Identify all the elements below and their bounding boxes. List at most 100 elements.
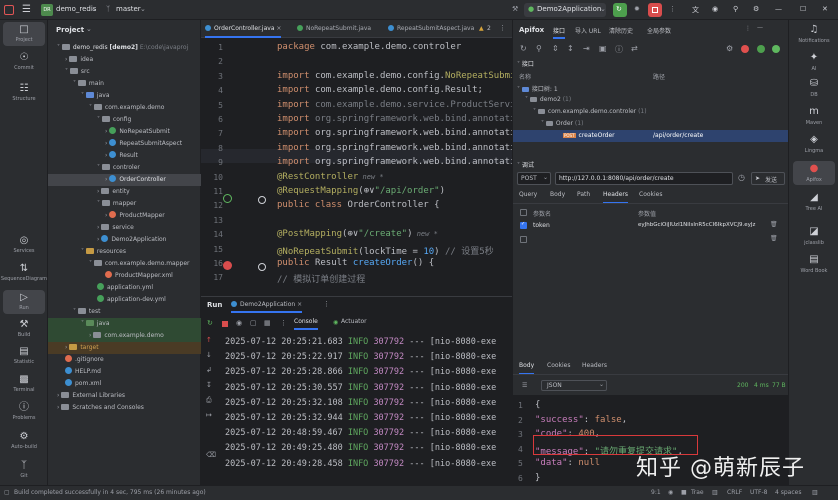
lingma-icon[interactable] <box>757 45 765 53</box>
tool-structure[interactable]: ☷ Structure <box>0 84 48 103</box>
print-icon[interactable]: ⎙ <box>206 396 212 405</box>
tree-item[interactable]: › ProductMapper <box>48 210 201 222</box>
log-line[interactable]: 2025-07-12 20:25:28.866 INFO 307792 --- … <box>225 367 496 377</box>
line-ending[interactable]: CRLF <box>727 489 742 496</box>
collapse-icon[interactable]: ↕ <box>567 44 574 53</box>
tool-ai[interactable]: ✦ AI <box>789 52 838 72</box>
more-icon[interactable]: ⋮ <box>280 319 287 327</box>
tool-git[interactable]: ᛉ Git <box>0 461 48 480</box>
trae-status[interactable]: Trae <box>691 489 704 496</box>
tool-terminal[interactable]: ▩ Terminal <box>0 375 48 394</box>
rerun-icon[interactable]: ↻ <box>207 319 213 327</box>
code-line[interactable]: @RestController new * <box>277 172 384 182</box>
tree-item[interactable]: ˅ resources <box>48 246 201 258</box>
log-line[interactable]: 2025-07-12 20:25:32.108 INFO 307792 --- … <box>225 398 496 408</box>
delete-icon[interactable]: 🗑 <box>770 235 778 242</box>
gear-icon[interactable]: ⚙ <box>753 5 759 13</box>
code-line[interactable]: import com.example.demo.config.NoRepeatS… <box>277 71 521 81</box>
req-tab-path[interactable]: Path <box>577 191 590 198</box>
tool-commit[interactable]: ☉ Commit <box>0 53 48 72</box>
refresh-icon[interactable]: ↻ <box>520 44 527 53</box>
tree-item[interactable]: ˅ test <box>48 306 201 318</box>
arrow-down-icon[interactable]: ↓ <box>206 351 212 359</box>
hammer-icon[interactable]: ⚒ <box>512 5 518 13</box>
main-menu-icon[interactable] <box>4 5 14 15</box>
status-message[interactable]: Build completed successfully in 4 sec, 7… <box>14 489 206 496</box>
apifox-logo-icon[interactable] <box>741 45 749 53</box>
more-icon[interactable]: ⋮ <box>323 300 330 308</box>
tree-item-selected[interactable]: › OrderController <box>48 174 201 186</box>
resp-tab-headers[interactable]: Headers <box>582 362 607 369</box>
tool-jclasslib[interactable]: ◪ jclasslib <box>789 226 838 246</box>
api-tree-create-order[interactable]: POST createOrder <box>563 132 615 139</box>
scroll-end-icon[interactable]: ↧ <box>206 381 212 389</box>
tree-item[interactable]: ˅ controler <box>48 162 201 174</box>
indent[interactable]: 4 spaces <box>775 489 801 496</box>
tree-item[interactable]: ˅ com.example.demo.mapper <box>48 258 201 270</box>
log-line[interactable]: 2025-07-12 20:25:21.683 INFO 307792 --- … <box>225 337 496 347</box>
tool-lingma[interactable]: ◈ Lingma <box>789 134 838 154</box>
log-line[interactable]: 2025-07-12 20:49:25.480 INFO 307792 --- … <box>225 443 496 453</box>
api-tree-order[interactable]: ˅ Order (1) <box>541 120 583 127</box>
api-tree-selected-row[interactable] <box>513 130 789 142</box>
tree-item[interactable]: HELP.md <box>48 366 201 378</box>
tool-db[interactable]: ⛁ DB <box>789 78 838 98</box>
code-line[interactable]: // 模拟订单创建过程 <box>277 272 365 285</box>
tool-sequence-diagram[interactable]: ⇅ SequenceDiagram <box>0 264 48 283</box>
tab-repeat-submit-aspect[interactable]: RepeatSubmitAspect.java <box>388 20 474 38</box>
tool-maven[interactable]: m Maven <box>789 106 838 126</box>
tree-item[interactable]: .gitignore <box>48 354 201 366</box>
req-tab-body[interactable]: Body <box>550 191 565 198</box>
hamburger-icon[interactable]: ☰ <box>22 4 31 15</box>
tree-item[interactable]: › com.example.demo <box>48 330 201 342</box>
tree-item[interactable]: application.yml <box>48 282 201 294</box>
log-line[interactable]: 2025-07-12 20:25:30.557 INFO 307792 --- … <box>225 383 496 393</box>
gutter-breakpoint-icon[interactable] <box>258 196 266 204</box>
tree-item[interactable]: ˅ main <box>48 78 201 90</box>
run-tab[interactable]: Run <box>207 301 222 309</box>
run-config-tab[interactable]: Demo2Application × <box>231 298 303 313</box>
tree-item[interactable]: ˅ mapper <box>48 198 201 210</box>
log-line[interactable]: 2025-07-12 20:25:22.917 INFO 307792 --- … <box>225 352 496 362</box>
param-token-value[interactable]: eyJhbGciOiJIUzI1NiIsInR5cCI6IkpXVCJ9.eyJ… <box>638 222 763 228</box>
api-tree-root[interactable]: ˅ 接口树: 1 <box>517 84 558 93</box>
gutter-run-icon[interactable] <box>223 261 232 270</box>
cursor-position[interactable]: 9:1 <box>651 489 661 496</box>
chat-icon[interactable] <box>772 45 780 53</box>
tool-run[interactable]: ▷ Run <box>0 293 48 312</box>
camera-icon[interactable]: ◉ <box>236 319 242 327</box>
apifox-tab-clear-history[interactable]: 清除历史 <box>609 26 633 35</box>
minimize-icon[interactable]: — <box>757 24 763 31</box>
tree-item[interactable]: pom.xml <box>48 378 201 390</box>
layout-icon[interactable]: ▢ <box>4 489 10 496</box>
param-token-name[interactable]: token <box>533 222 550 229</box>
layout-icon[interactable]: ▢ <box>250 319 257 327</box>
close-icon[interactable]: × <box>297 301 302 308</box>
tool-tree-ai[interactable]: ◢ Tree AI <box>789 192 838 212</box>
code-line[interactable]: @RequestMapping(⊕∨"/api/order") <box>277 186 445 196</box>
history-icon[interactable]: ◷ <box>738 173 745 182</box>
tool-build[interactable]: ⚒ Build <box>0 320 48 339</box>
code-line[interactable]: package com.example.demo.controler <box>277 42 461 52</box>
tree-item[interactable]: › NoRepeatSubmit <box>48 126 201 138</box>
tree-item[interactable]: › target <box>48 342 201 354</box>
api-tree-demo2[interactable]: ˅ demo2 (1) <box>525 96 571 103</box>
gear-icon[interactable]: ⚙ <box>726 44 733 53</box>
more-icon[interactable]: ⋮ <box>745 25 751 32</box>
gutter-run-icon[interactable] <box>223 194 232 203</box>
code-line[interactable]: import org.springframework.web.bind.anno… <box>277 157 521 167</box>
code-icon[interactable]: ▣ <box>599 44 607 53</box>
code-line[interactable]: public Result createOrder() { <box>277 258 434 268</box>
tree-item[interactable]: › External Libraries <box>48 390 201 402</box>
req-tab-cookies[interactable]: Cookies <box>639 191 663 198</box>
apifox-tab-import-url[interactable]: 导入 URL <box>575 26 601 35</box>
tree-item[interactable]: › Scratches and Consoles <box>48 402 201 414</box>
tab-console[interactable]: Console <box>294 318 318 330</box>
tree-item[interactable]: ˅ config <box>48 114 201 126</box>
code-line[interactable]: import org.springframework.web.bind.anno… <box>277 143 521 153</box>
help-icon[interactable]: ⓘ <box>615 44 623 55</box>
tree-root[interactable]: ˅ demo_redis [demo2] E:\code\javaproj <box>48 42 201 54</box>
tab-order-controller[interactable]: OrderController.java × <box>205 20 282 38</box>
tree-item[interactable]: › Demo2Application <box>48 234 201 246</box>
tree-item[interactable]: › entity <box>48 186 201 198</box>
